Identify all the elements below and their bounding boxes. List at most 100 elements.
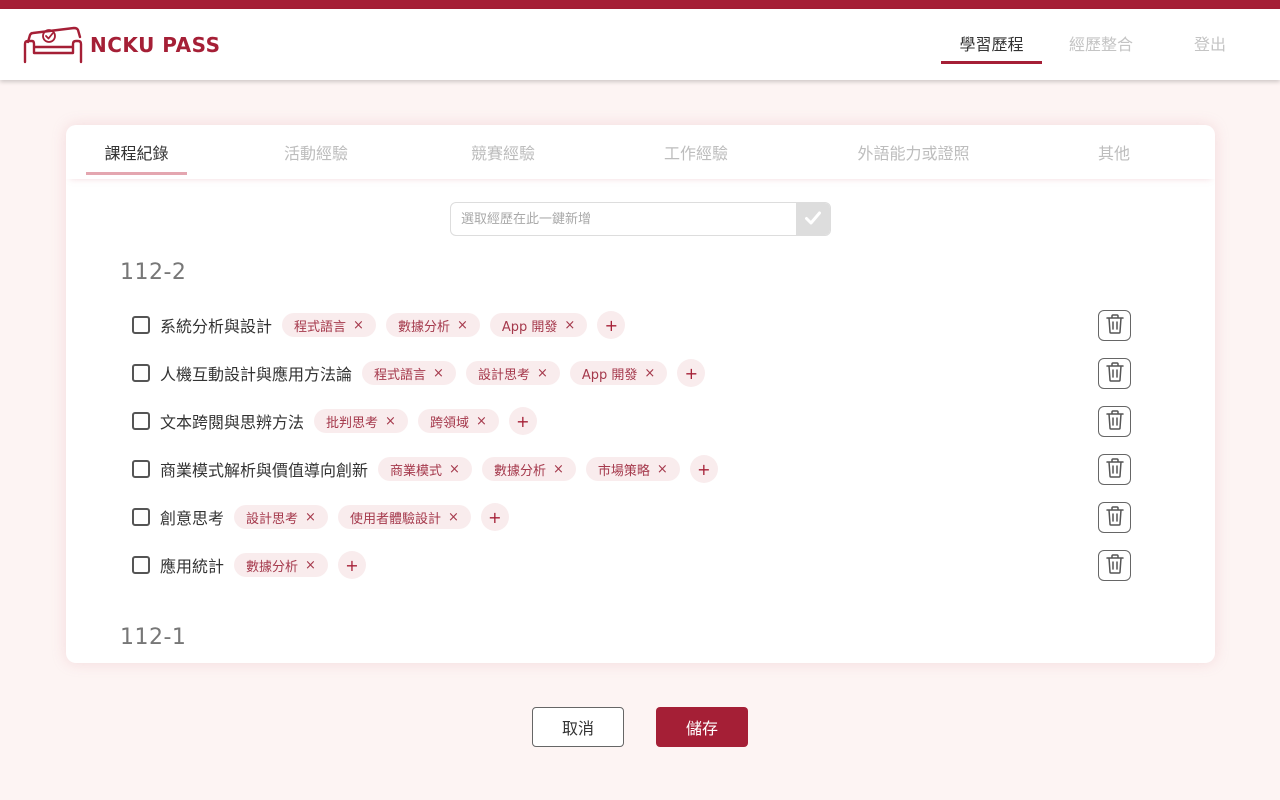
tag-remove-icon[interactable]: ×: [644, 366, 655, 381]
add-tag-button[interactable]: +: [337, 551, 366, 579]
trash-icon: [1105, 553, 1124, 578]
tag-label: 使用者體驗設計: [349, 511, 441, 527]
tag-label: 數據分析: [246, 559, 299, 575]
course-checkbox[interactable]: [132, 316, 150, 334]
skill-tag: 數據分析 ×: [481, 457, 576, 481]
tag-remove-icon[interactable]: ×: [305, 558, 316, 573]
nav-experience-integration[interactable]: 經歷整合: [1051, 9, 1151, 80]
tag-remove-icon[interactable]: ×: [564, 318, 575, 333]
skill-tag: 數據分析 ×: [385, 313, 480, 337]
course-row: 創意思考 設計思考 × 使用者體驗設計 × +: [132, 502, 1132, 532]
course-row: 應用統計 數據分析 × +: [132, 550, 1132, 580]
portfolio-card: 課程紀錄 活動經驗 競賽經驗 工作經驗 外語能力或證照 其他 112-2 系統分…: [66, 125, 1215, 663]
trash-icon: [1105, 505, 1124, 530]
course-row: 文本跨閱與思辨方法 批判思考 × 跨領域 × +: [132, 406, 1132, 436]
tag-remove-icon[interactable]: ×: [448, 510, 459, 525]
quick-add-confirm-button[interactable]: [796, 203, 830, 235]
course-row: 系統分析與設計 程式語言 × 數據分析 × App 開發 × +: [132, 310, 1132, 340]
delete-course-button[interactable]: [1098, 406, 1131, 437]
tag-label: 跨領域: [429, 415, 469, 431]
course-checkbox[interactable]: [132, 364, 150, 382]
tag-remove-icon[interactable]: ×: [353, 318, 364, 333]
add-tag-button[interactable]: +: [508, 407, 537, 435]
tag-remove-icon[interactable]: ×: [657, 462, 668, 477]
add-tag-button[interactable]: +: [677, 359, 706, 387]
tag-label: 批判思考: [326, 415, 379, 431]
delete-course-button[interactable]: [1098, 310, 1131, 341]
tab-other[interactable]: 其他: [1064, 125, 1164, 179]
tab-work-experience[interactable]: 工作經驗: [646, 125, 746, 179]
tab-language-certificates[interactable]: 外語能力或證照: [838, 125, 989, 179]
skill-tag: 數據分析 ×: [234, 553, 328, 577]
app-header: NCKU PASS 學習歷程 經歷整合 登出: [0, 9, 1280, 80]
course-checkbox[interactable]: [132, 556, 150, 574]
delete-course-button[interactable]: [1098, 502, 1131, 533]
tag-remove-icon[interactable]: ×: [476, 414, 487, 429]
add-tag-button[interactable]: +: [480, 503, 509, 531]
quick-add-bar: [450, 202, 831, 236]
nav-learning-portfolio[interactable]: 學習歷程: [941, 9, 1042, 80]
quick-add-input[interactable]: [451, 203, 796, 235]
tab-activity-experience[interactable]: 活動經驗: [266, 125, 366, 179]
tag-label: App 開發: [501, 319, 558, 335]
tag-remove-icon[interactable]: ×: [553, 462, 564, 477]
tab-course-records[interactable]: 課程紀錄: [86, 125, 187, 179]
course-name: 人機互動設計與應用方法論: [160, 365, 353, 384]
course-name: 應用統計: [160, 557, 225, 576]
trash-icon: [1105, 313, 1124, 338]
tag-remove-icon[interactable]: ×: [433, 366, 444, 381]
tag-remove-icon[interactable]: ×: [385, 414, 396, 429]
top-accent-bar: [0, 0, 1280, 9]
course-checkbox[interactable]: [132, 508, 150, 526]
course-name: 創意思考: [160, 509, 225, 528]
tag-label: 商業模式: [390, 463, 443, 479]
tab-competition-experience[interactable]: 競賽經驗: [453, 125, 553, 179]
sofa-check-icon: [22, 25, 84, 65]
skill-tag: 市場策略 ×: [585, 457, 680, 481]
tag-remove-icon[interactable]: ×: [449, 462, 460, 477]
trash-icon: [1105, 409, 1124, 434]
trash-icon: [1105, 457, 1124, 482]
add-tag-button[interactable]: +: [597, 311, 626, 339]
add-tag-button[interactable]: +: [689, 455, 718, 483]
delete-course-button[interactable]: [1098, 358, 1131, 389]
tag-remove-icon[interactable]: ×: [537, 366, 548, 381]
delete-course-button[interactable]: [1098, 550, 1131, 581]
tag-label: App 開發: [581, 367, 638, 383]
skill-tag: App 開發 ×: [489, 313, 588, 337]
cancel-button[interactable]: 取消: [532, 707, 624, 747]
skill-tag: 程式語言 ×: [362, 361, 456, 385]
course-name: 商業模式解析與價值導向創新: [160, 461, 369, 480]
trash-icon: [1105, 361, 1124, 386]
category-tabs: 課程紀錄 活動經驗 競賽經驗 工作經驗 外語能力或證照 其他: [66, 125, 1215, 179]
course-name: 系統分析與設計: [160, 317, 273, 336]
save-button[interactable]: 儲存: [656, 707, 748, 747]
tag-label: 數據分析: [493, 463, 546, 479]
tag-remove-icon[interactable]: ×: [457, 318, 468, 333]
course-row: 人機互動設計與應用方法論 程式語言 × 設計思考 × App 開發 × +: [132, 358, 1132, 388]
tag-label: 程式語言: [374, 367, 427, 383]
brand-name: NCKU PASS: [90, 33, 221, 57]
skill-tag: 程式語言 ×: [282, 313, 376, 337]
course-checkbox[interactable]: [132, 460, 150, 478]
tag-label: 設計思考: [477, 367, 530, 383]
brand-logo[interactable]: NCKU PASS: [22, 25, 220, 65]
skill-tag: 使用者體驗設計 ×: [337, 505, 471, 529]
nav-logout[interactable]: 登出: [1160, 9, 1260, 80]
term-title-112-2: 112-2: [120, 260, 187, 285]
tag-remove-icon[interactable]: ×: [305, 510, 316, 525]
check-icon: [805, 210, 821, 229]
course-row: 商業模式解析與價值導向創新 商業模式 × 數據分析 × 市場策略 × +: [132, 454, 1132, 484]
skill-tag: 批判思考 ×: [314, 409, 408, 433]
skill-tag: 商業模式 ×: [378, 457, 472, 481]
delete-course-button[interactable]: [1098, 454, 1131, 485]
skill-tag: 設計思考 ×: [465, 361, 560, 385]
tag-label: 數據分析: [397, 319, 450, 335]
tag-label: 市場策略: [597, 463, 650, 479]
course-checkbox[interactable]: [132, 412, 150, 430]
tag-label: 程式語言: [294, 319, 347, 335]
skill-tag: App 開發 ×: [569, 361, 668, 385]
tag-label: 設計思考: [246, 511, 299, 527]
course-name: 文本跨閱與思辨方法: [160, 413, 305, 432]
term-title-112-1: 112-1: [120, 625, 187, 650]
